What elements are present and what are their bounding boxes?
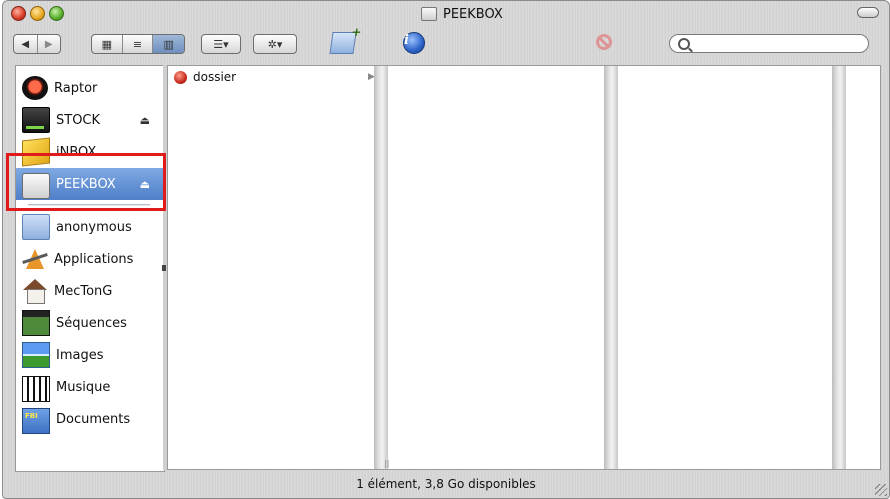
sidebar-item-stock[interactable]: STOCK ⏏ xyxy=(16,104,164,136)
sidebar-item-anonymous[interactable]: anonymous xyxy=(16,211,164,243)
movies-icon xyxy=(22,310,50,336)
documents-icon xyxy=(22,407,50,434)
column-divider[interactable] xyxy=(832,66,846,469)
folder-icon xyxy=(22,214,50,240)
volume-icon xyxy=(421,7,437,21)
pictures-icon xyxy=(22,342,50,368)
home-icon xyxy=(22,279,48,304)
window-title: PEEKBOX xyxy=(421,5,503,23)
sidebar: Raptor STOCK ⏏ iNBOX PEEKBOX ⏏ anonymous… xyxy=(15,65,165,472)
sidebar-item-label: Applications xyxy=(54,251,134,267)
no-entry-icon xyxy=(596,34,612,50)
delete-button[interactable] xyxy=(596,34,612,50)
sidebar-item-pictures[interactable]: Images xyxy=(16,339,164,371)
search-field[interactable] xyxy=(669,34,869,53)
eject-icon[interactable]: ⏏ xyxy=(140,114,150,127)
zoom-window-button[interactable] xyxy=(49,6,64,21)
search-input[interactable] xyxy=(692,36,864,52)
status-bar: 1 élément, 3,8 Go disponibles xyxy=(3,470,889,498)
window-title-text: PEEKBOX xyxy=(443,6,503,22)
column-view-icon[interactable]: ▥ xyxy=(153,35,184,53)
sidebar-item-label: anonymous xyxy=(56,219,132,235)
sidebar-item-music[interactable]: Musique xyxy=(16,371,164,403)
back-forward-control[interactable]: ◀ ▶ xyxy=(13,34,61,54)
title-bar[interactable]: PEEKBOX xyxy=(3,1,889,25)
status-text: 1 élément, 3,8 Go disponibles xyxy=(356,477,536,491)
sidebar-item-home[interactable]: MecTonG xyxy=(16,275,164,307)
new-folder-button[interactable] xyxy=(329,32,357,54)
list-view-icon[interactable]: ≡ xyxy=(123,35,154,53)
annotation-highlight-box xyxy=(6,153,166,211)
action-button[interactable]: ✲▾ xyxy=(253,34,297,54)
list-item[interactable]: dossier ▶ xyxy=(174,68,375,86)
view-mode-control[interactable]: ▦ ≡ ▥ xyxy=(91,34,185,54)
arrange-button[interactable]: ☰▾ xyxy=(201,34,241,54)
music-icon xyxy=(22,376,50,402)
info-icon: i xyxy=(403,32,425,54)
icon-view-icon[interactable]: ▦ xyxy=(92,35,123,53)
forward-arrow-icon[interactable]: ▶ xyxy=(38,35,61,53)
sidebar-item-documents[interactable]: Documents xyxy=(16,403,164,435)
search-icon xyxy=(678,38,690,50)
splitter-handle[interactable] xyxy=(162,265,166,271)
back-arrow-icon[interactable]: ◀ xyxy=(14,35,38,53)
column-browser: dossier ▶ || xyxy=(167,65,881,470)
sidebar-item-movies[interactable]: Séquences xyxy=(16,307,164,339)
toolbar: ◀ ▶ ▦ ≡ ▥ ☰▾ ✲▾ i xyxy=(3,25,889,65)
finder-window: PEEKBOX ◀ ▶ ▦ ≡ ▥ ☰▾ ✲▾ i xyxy=(2,0,890,499)
hard-drive-icon xyxy=(22,107,50,133)
folder-icon xyxy=(174,70,187,84)
get-info-button[interactable]: i xyxy=(403,32,425,54)
sidebar-item-label: Images xyxy=(56,347,104,363)
gear-icon: ✲▾ xyxy=(267,37,283,51)
sidebar-item-label: Séquences xyxy=(56,315,127,331)
column-divider[interactable] xyxy=(374,66,388,469)
minimize-window-button[interactable] xyxy=(30,6,45,21)
arrange-icon: ☰▾ xyxy=(213,37,229,51)
new-folder-icon xyxy=(329,32,357,54)
sidebar-item-label: Musique xyxy=(56,379,111,395)
file-name: dossier xyxy=(193,70,237,84)
sidebar-item-raptor[interactable]: Raptor xyxy=(16,72,164,104)
resize-grip-icon[interactable] xyxy=(875,484,887,496)
column-resize-icon[interactable]: || xyxy=(384,459,389,468)
sidebar-item-label: STOCK xyxy=(56,112,101,128)
column-divider[interactable] xyxy=(604,66,618,469)
sidebar-item-applications[interactable]: Applications xyxy=(16,243,164,275)
sidebar-item-label: MecTonG xyxy=(54,283,113,299)
close-window-button[interactable] xyxy=(11,6,26,21)
sidebar-item-label: Raptor xyxy=(54,80,98,96)
globe-disk-icon xyxy=(22,76,48,100)
toolbar-toggle-button[interactable] xyxy=(857,7,879,18)
applications-icon xyxy=(22,247,48,271)
sidebar-item-label: Documents xyxy=(56,411,131,427)
